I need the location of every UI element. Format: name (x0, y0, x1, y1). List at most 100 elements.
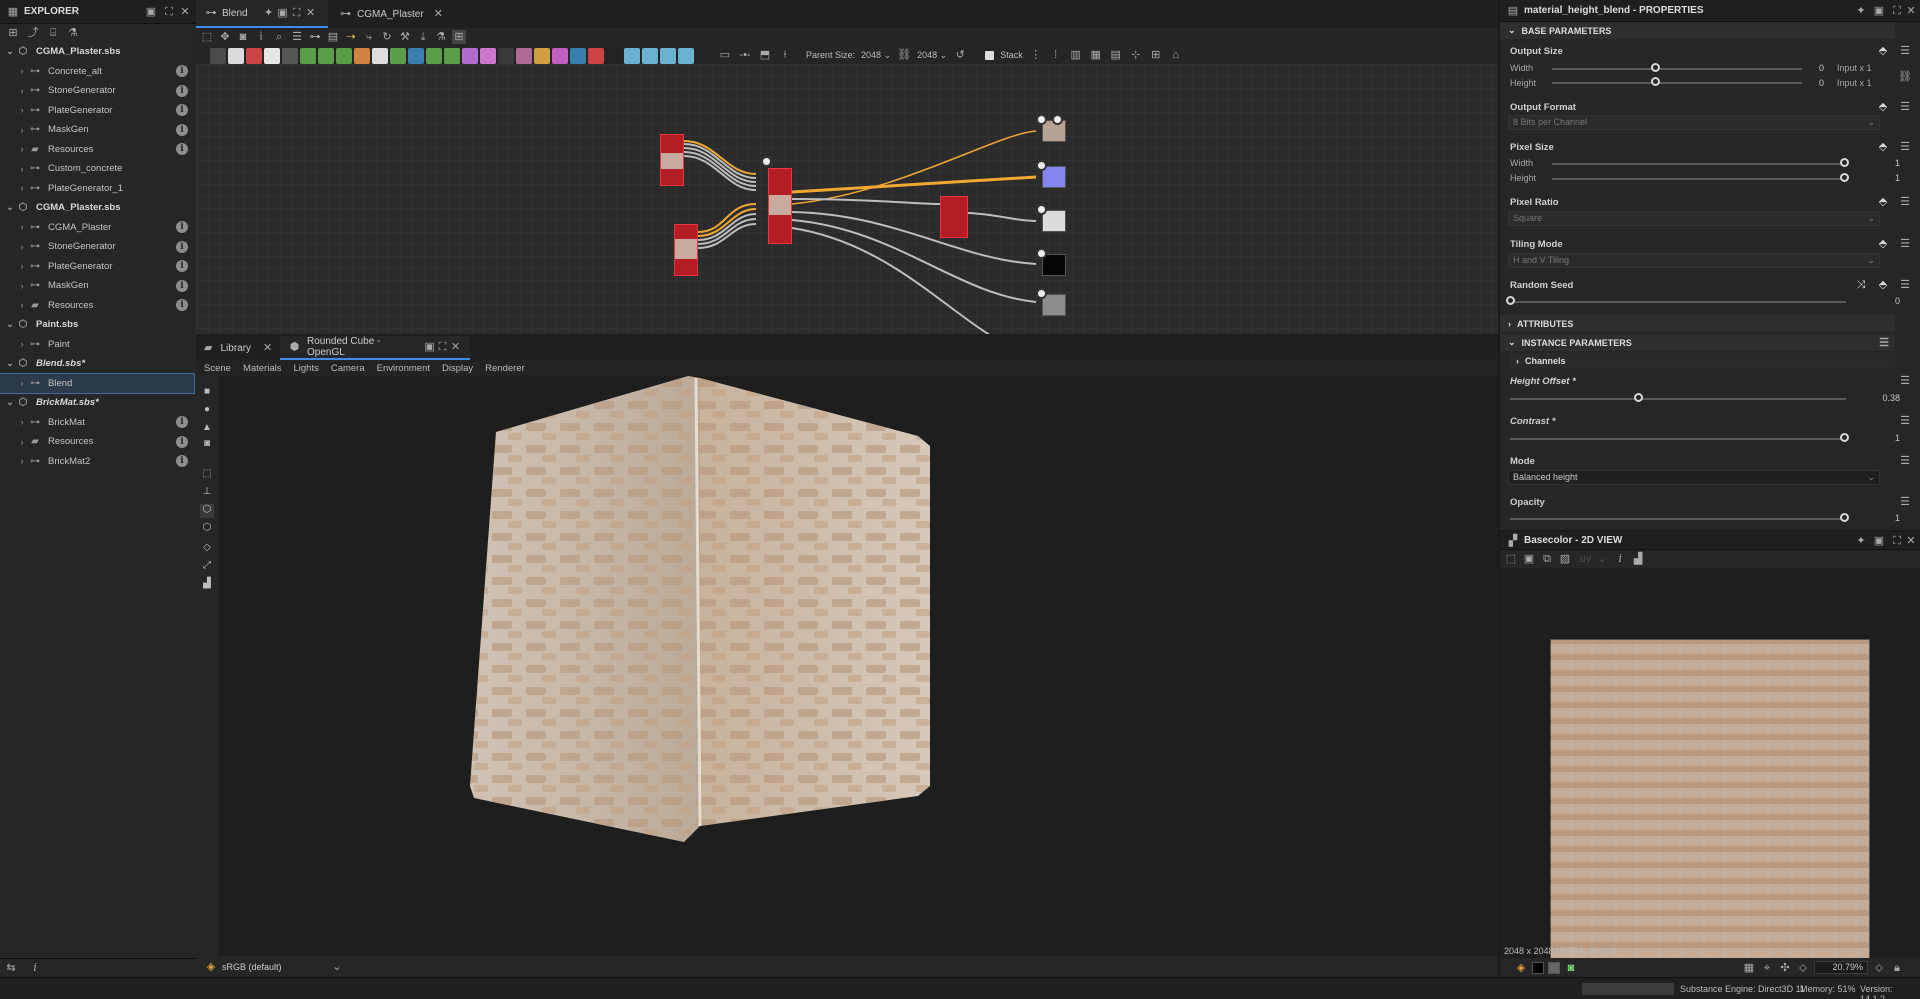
tree-graph[interactable]: › ⊶ PlateGenerator i (0, 101, 194, 120)
chevron-right-icon[interactable]: › (16, 417, 28, 427)
chevron-down-icon[interactable]: ⌄ (330, 960, 344, 974)
tree-package[interactable]: ⌄ ⬡ CGMA_Plaster.sbs (0, 42, 194, 61)
bitmap-node-icon[interactable] (210, 48, 226, 64)
close-icon[interactable]: ✕ (1904, 4, 1918, 18)
info-icon[interactable]: i (176, 240, 188, 253)
size-select[interactable]: 2048 ⌄ (917, 50, 947, 61)
output-node-icon[interactable] (624, 48, 640, 64)
random-seed-slider[interactable] (1510, 301, 1846, 303)
grey-bg-swatch[interactable] (1548, 961, 1560, 974)
tab-rounded-cube[interactable]: ⬢ Rounded Cube - OpenGL ▣ ⛶ ✕ (280, 336, 470, 360)
view3d-viewport[interactable] (218, 376, 1498, 956)
reset-icon[interactable]: ↺ (953, 48, 967, 62)
wireframe-icon[interactable]: ⬡ (200, 522, 214, 536)
link-icon[interactable]: ⬘ (1876, 140, 1890, 154)
maximize-icon[interactable]: ⛶ (290, 6, 304, 20)
tab-cgma-plaster[interactable]: ⊶ CGMA_Plaster ✕ (332, 0, 443, 28)
float-icon[interactable]: ▣ (144, 5, 158, 19)
info-icon[interactable]: i (176, 455, 188, 467)
graph-node-input-b[interactable] (674, 224, 698, 276)
menu-icon[interactable]: ☰ (1898, 100, 1912, 114)
tree-graph[interactable]: › ⊶ MaskGen i (0, 120, 194, 139)
info-icon[interactable]: i (176, 65, 188, 77)
tiling-mode-dropdown[interactable]: H and V Tiling ⌄ (1508, 253, 1880, 268)
tree-graph[interactable]: › ⊶ PlateGenerator_1 (0, 179, 194, 198)
pixel-processor-node-icon[interactable] (372, 48, 388, 64)
align-left-icon[interactable]: ▥ (1069, 48, 1083, 62)
chevron-right-icon[interactable]: › (16, 242, 28, 252)
channels-group[interactable]: › Channels (1510, 353, 1895, 369)
cube-icon[interactable]: ⬡ (200, 504, 214, 518)
pin-icon[interactable]: ✦ (1854, 534, 1868, 548)
pin-node-icon[interactable]: -•- (738, 48, 752, 62)
blend-node-icon[interactable] (264, 48, 280, 64)
contrast-slider[interactable] (1510, 438, 1846, 440)
pin-icon[interactable]: ✦ (1854, 4, 1868, 18)
input-node-icon[interactable] (606, 48, 622, 64)
export-icon[interactable]: ⤓ (416, 30, 430, 44)
chevron-right-icon[interactable]: › (16, 378, 28, 388)
chevron-right-icon[interactable]: › (16, 144, 28, 154)
output-height-slider[interactable] (1552, 82, 1802, 84)
view2d-canvas[interactable] (1500, 568, 1920, 959)
uniform-color-node-icon[interactable] (228, 48, 244, 64)
tree-graph[interactable]: › ⊶ CGMA_Plaster i (0, 218, 194, 237)
pixel-width-slider[interactable] (1552, 163, 1846, 165)
close-icon[interactable]: ✕ (1904, 534, 1918, 548)
graph-node-input-a[interactable] (660, 134, 684, 186)
maximize-icon[interactable]: ⛶ (1890, 534, 1904, 548)
transform-node-icon[interactable] (246, 48, 262, 64)
tree-package[interactable]: ⌄ ⬡ BrickMat.sbs* (0, 393, 194, 412)
slider-knob[interactable] (1840, 513, 1849, 522)
instance-parameters-header[interactable]: ⌄ INSTANCE PARAMETERS ☰ (1500, 334, 1895, 351)
sharpen-node-icon[interactable] (534, 48, 550, 64)
tree-graph[interactable]: › ⊶ BrickMat i (0, 413, 194, 432)
menu-camera[interactable]: Camera (331, 363, 365, 374)
slider-knob[interactable] (1840, 158, 1849, 167)
output-node-height[interactable] (1042, 294, 1066, 316)
zoom-field[interactable]: 20.79% (1814, 961, 1868, 974)
environment-icon[interactable]: ▲ (200, 422, 214, 436)
warp-node-icon[interactable] (390, 48, 406, 64)
graph-node-blend[interactable] (940, 196, 968, 238)
tree-graph[interactable]: › ⊶ StoneGenerator i (0, 81, 194, 100)
graph-canvas[interactable] (196, 64, 1498, 334)
attributes-header[interactable]: › ATTRIBUTES (1500, 315, 1895, 332)
clean-icon[interactable]: ⚗ (66, 26, 80, 40)
tree-graph[interactable]: › ⊶ Custom_concrete (0, 159, 194, 178)
align-icon[interactable]: ☰ (290, 30, 304, 44)
chevron-right-icon[interactable]: › (16, 125, 28, 135)
zoom-stepper-icon[interactable]: ⬦ (1872, 961, 1886, 975)
distribute-icon[interactable]: ⁞ (1049, 48, 1063, 62)
camera-icon[interactable]: ◙ (236, 30, 250, 44)
colorspace-select[interactable]: sRGB (default) (222, 962, 326, 972)
output-width-slider[interactable] (1552, 68, 1802, 70)
color-picker-node-icon[interactable] (462, 48, 478, 64)
function-node-icon[interactable] (660, 48, 676, 64)
link-size-icon[interactable]: ⛓ (897, 48, 911, 62)
menu-materials[interactable]: Materials (243, 363, 282, 374)
slider-knob[interactable] (1840, 433, 1849, 442)
channels-node-icon[interactable] (588, 48, 604, 64)
light-icon[interactable]: ● (200, 404, 214, 418)
info-icon[interactable]: i (176, 416, 188, 428)
slider-knob[interactable] (1840, 173, 1849, 182)
pixel-height-slider[interactable] (1552, 178, 1846, 180)
float-icon[interactable]: ▣ (1872, 534, 1886, 548)
info-icon[interactable]: i (176, 299, 188, 311)
chevron-right-icon[interactable]: › (16, 261, 28, 271)
text-node-icon[interactable] (498, 48, 514, 64)
tree-graph[interactable]: › ⊶ MaskGen i (0, 276, 194, 295)
grid-snap-icon[interactable]: ⊞ (452, 30, 466, 44)
move-icon[interactable]: ✥ (218, 30, 232, 44)
link-icon[interactable]: ⇢ (344, 30, 358, 44)
tree-package[interactable]: ⌄ ⬡ CGMA_Plaster.sbs (0, 198, 194, 217)
menu-icon[interactable]: ☰ (1877, 336, 1891, 350)
opacity-slider[interactable] (1510, 518, 1846, 520)
uv-label[interactable]: UV (1580, 555, 1591, 564)
chevron-right-icon[interactable]: › (16, 456, 28, 466)
histogram-icon[interactable]: ▟ (1631, 552, 1645, 566)
align-vertical-icon[interactable]: ⋮ (1029, 48, 1043, 62)
chevron-down-icon[interactable]: ⌄ (4, 358, 16, 369)
maximize-icon[interactable]: ⛶ (436, 340, 449, 354)
